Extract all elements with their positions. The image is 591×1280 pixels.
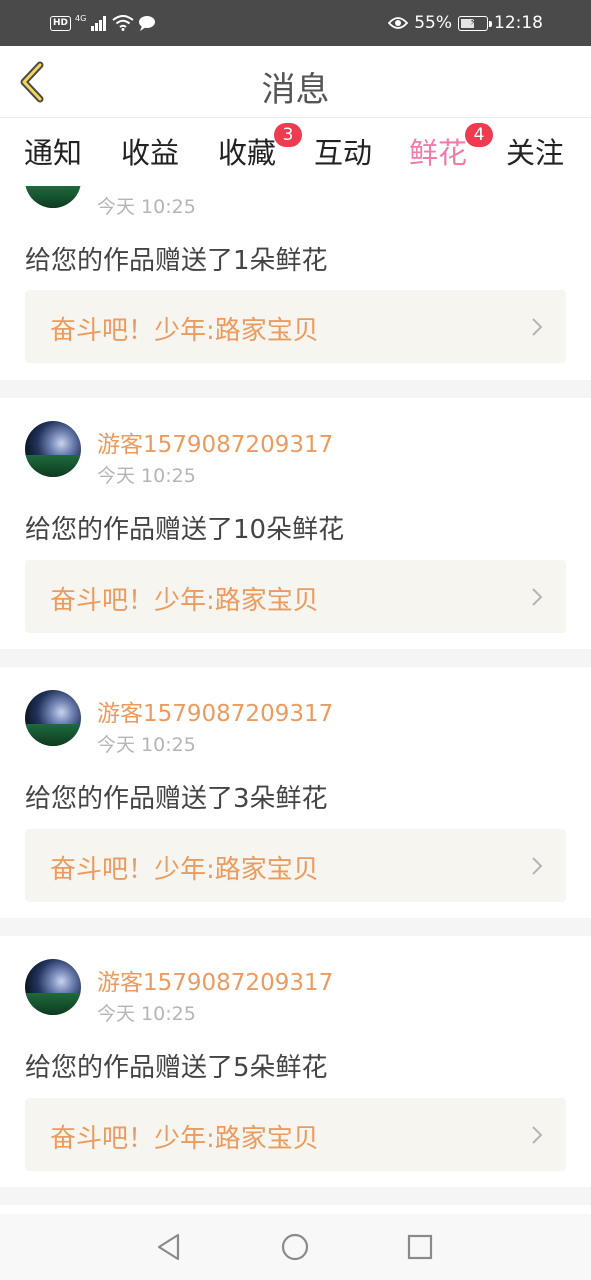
battery-icon: ⚡ [458,15,492,31]
divider [0,649,591,667]
nav-back-button[interactable] [151,1229,187,1265]
timestamp: 今天 10:25 [97,1003,196,1025]
battery-percent: 55% [414,13,452,33]
home-circle-icon [281,1233,309,1261]
timestamp: 今天 10:25 [97,465,196,487]
message-text: 给您的作品赠送了3朵鲜花 [25,784,328,814]
tab-notifications[interactable]: 通知 [24,130,82,172]
chevron-right-icon [532,588,543,606]
tab-label: 鲜花 [409,136,468,170]
timestamp: 今天 10:25 [97,196,196,218]
nav-home-button[interactable] [277,1229,313,1265]
back-triangle-icon [157,1233,180,1261]
divider [0,1187,591,1205]
message-text: 给您的作品赠送了5朵鲜花 [25,1053,328,1083]
recents-square-icon [407,1234,433,1260]
list-item: 游客1579087209317 今天 10:25 给您的作品赠送了10朵鲜花 奋… [0,398,591,649]
header: 消息 [0,46,591,118]
timestamp: 今天 10:25 [97,734,196,756]
list-item: 游客1579087209317 今天 10:25 给您的作品赠送了3朵鲜花 奋斗… [0,667,591,918]
nav-recents-button[interactable] [402,1229,438,1265]
chevron-right-icon [532,1126,543,1144]
tab-follows[interactable]: 关注 [506,130,564,172]
avatar[interactable] [25,186,81,208]
list-item: 今天 10:25 给您的作品赠送了1朵鲜花 奋斗吧！少年:路家宝贝 [0,186,591,380]
chevron-right-icon [532,857,543,875]
page-title: 消息 [261,70,330,110]
username[interactable]: 游客1579087209317 [97,963,333,997]
avatar[interactable] [25,690,81,746]
tab-interactions[interactable]: 互动 [314,130,372,172]
message-text: 给您的作品赠送了1朵鲜花 [25,246,328,276]
tab-label: 关注 [506,136,565,170]
list-item: 游客1579087209317 今天 10:25 给您的作品赠送了5朵鲜花 奋斗… [0,936,591,1187]
tab-badge: 3 [274,123,303,147]
hd-indicator: HD [50,15,72,31]
tab-bar: 通知 收益 收藏 3 互动 鲜花 4 关注 [0,118,591,190]
work-link[interactable]: 奋斗吧！少年:路家宝贝 [25,290,566,363]
avatar[interactable] [25,421,81,477]
tab-favorites[interactable]: 收藏 3 [218,123,303,172]
message-text: 给您的作品赠送了10朵鲜花 [25,515,345,545]
work-link[interactable]: 奋斗吧！少年:路家宝贝 [25,560,566,633]
chevron-right-icon [532,318,543,336]
tab-label: 收藏 [218,136,277,170]
work-title: 奋斗吧！少年:路家宝贝 [50,1124,319,1154]
clock: 12:18 [494,13,543,33]
signal-icon [91,16,107,31]
username[interactable]: 游客1579087209317 [97,425,333,459]
divider [0,918,591,936]
tab-badge: 4 [465,123,494,147]
work-link[interactable]: 奋斗吧！少年:路家宝贝 [25,829,566,902]
username[interactable]: 游客1579087209317 [97,694,333,728]
tab-flowers[interactable]: 鲜花 4 [409,123,494,190]
divider [0,380,591,398]
eye-icon [388,17,409,29]
tab-earnings[interactable]: 收益 [121,130,179,172]
work-title: 奋斗吧！少年:路家宝贝 [50,586,319,616]
work-title: 奋斗吧！少年:路家宝贝 [50,855,319,885]
wifi-icon [112,15,134,31]
status-right: 55% ⚡ 12:18 [388,11,543,35]
message-list[interactable]: 今天 10:25 给您的作品赠送了1朵鲜花 奋斗吧！少年:路家宝贝 游客1579… [0,186,591,1214]
system-nav-bar [0,1214,591,1280]
chat-bubble-icon [139,16,156,31]
charging-icon: ⚡ [469,17,477,28]
status-left: HD 4G [50,12,156,34]
status-bar: HD 4G 55% ⚡ 12:18 [0,0,591,46]
work-title: 奋斗吧！少年:路家宝贝 [50,316,319,346]
avatar[interactable] [25,959,81,1015]
tab-label: 通知 [24,136,83,170]
tab-label: 收益 [121,136,180,170]
work-link[interactable]: 奋斗吧！少年:路家宝贝 [25,1098,566,1171]
network-type: 4G [75,14,87,23]
tab-label: 互动 [314,136,373,170]
